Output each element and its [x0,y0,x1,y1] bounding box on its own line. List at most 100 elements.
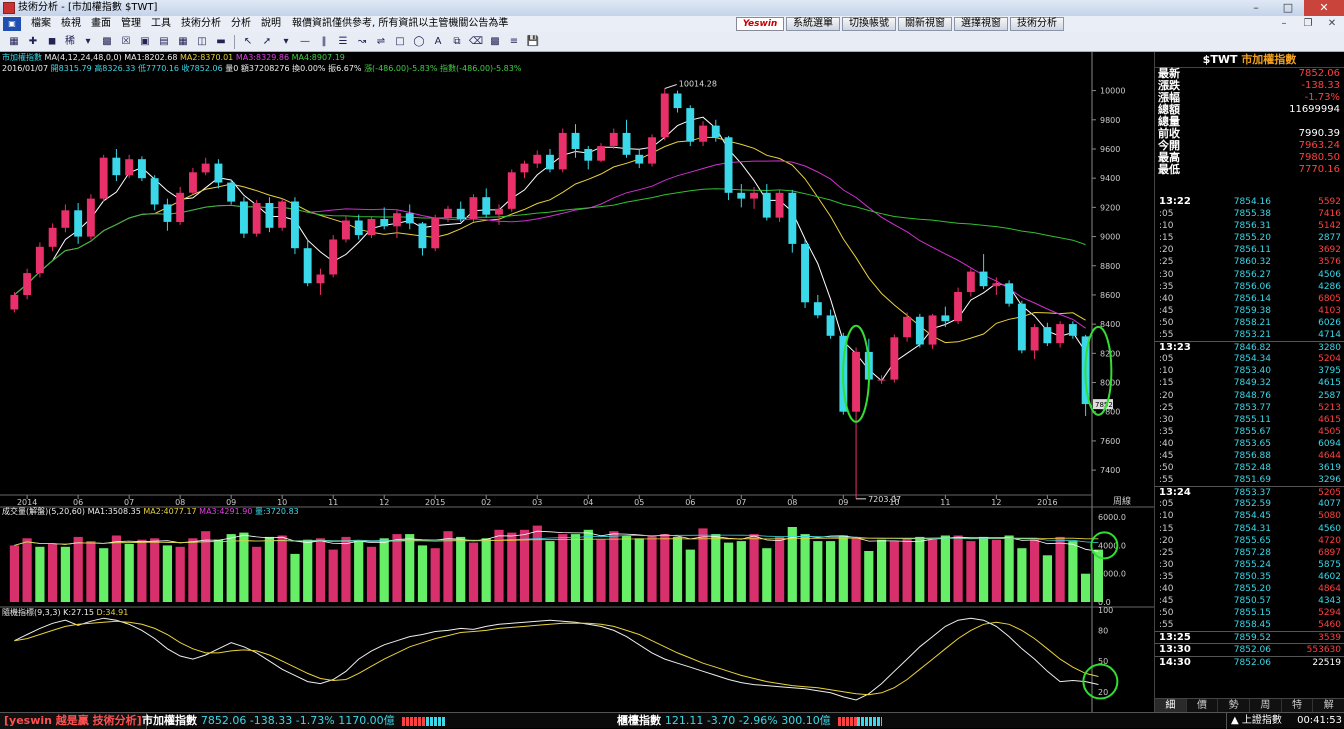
close-new-window-button[interactable]: 關新視窗 [898,17,952,31]
volume-bar [1042,555,1052,602]
volume-bar [341,536,351,602]
zoom-in-icon[interactable]: ◼ [44,35,60,49]
candle-body [813,302,822,316]
cursor-icon[interactable]: ↖ [240,35,256,49]
statusbar-taiex[interactable]: 市加權指數 7852.06 -138.33 -1.73% 1170.00億 [142,713,446,728]
tick-table[interactable]: 13:22 7854.16 5592:05 7855.38 7416:10 7856.31… [1155,196,1344,668]
volume-bar [456,536,466,602]
line-dropdown-icon[interactable]: ▾ [278,35,294,49]
split-icon[interactable]: ◫ [194,35,210,49]
text-tool-icon[interactable]: A [430,35,446,49]
menu-view[interactable]: 檢視 [56,16,86,32]
quote-summary: 最新 7852.06 漲跌 -138.33 漲幅 -1.73% 總額 11699994 總量 前收… [1155,68,1344,176]
statusbar-market-link[interactable]: ▲ 上證指數 [1226,713,1282,729]
system-menu-button[interactable]: 系統選單 [786,17,840,31]
tick-volume: 7416 [1318,209,1341,220]
menu-file[interactable]: 檔案 [26,16,56,32]
volume-bar [162,545,172,602]
menu-help[interactable]: 說明 [256,16,286,32]
volume-bar [124,544,134,602]
candle-body [189,172,197,193]
quote-tab-1[interactable]: 價 [1186,699,1219,712]
volume-bar [749,534,759,602]
statusbar-otc[interactable]: 櫃檯指數 121.11 -3.70 -2.96% 300.10億 [617,713,882,728]
chart-area[interactable]: 7400760078008000820084008600880090009200… [0,52,1154,712]
layout-icon[interactable]: ▤ [156,35,172,49]
volume-bar [73,536,83,602]
period-selector[interactable]: 稀 [63,35,77,49]
x-tick-label: 12 [379,498,389,507]
volume-panel-label: 成交量(解盤)(5,20,60) MA1:3508.35 MA2:4077.17… [2,506,299,517]
chart-type-icon[interactable]: ▦ [6,35,22,49]
grid-icon[interactable]: ▦ [175,35,191,49]
quote-disclaimer: 報價資訊僅供參考, 所有資訊以主管機關公告為準 [292,18,509,29]
switch-account-button[interactable]: 切換帳號 [842,17,896,31]
taiex-values: 7852.06 -138.33 -1.73% 1170.00億 [200,714,395,727]
last-price-tag-label: 7852 [1095,401,1113,409]
technical-analysis-button[interactable]: 技術分析 [1010,17,1064,31]
menu-screen[interactable]: 畫面 [86,16,116,32]
ellipse-icon[interactable]: ◯ [411,35,427,49]
rectangle-icon[interactable]: □ [392,35,408,49]
menu-manage[interactable]: 管理 [116,16,146,32]
compare-icon[interactable]: ▬ [213,35,229,49]
horizontal-line-icon[interactable]: — [297,35,313,49]
menu-technical-analysis[interactable]: 技術分析 [176,16,226,32]
delete-drawing-icon[interactable]: ☒ [118,35,134,49]
tick-price: 7854.45 [1233,511,1271,522]
volume-bar [111,535,121,602]
quote-tab-2[interactable]: 勢 [1218,699,1251,712]
mdi-close-icon[interactable]: ✕ [1320,16,1344,32]
select-window-button[interactable]: 選擇視窗 [954,17,1008,31]
quote-tab-4[interactable]: 特 [1281,699,1314,712]
tick-row: :05 7854.34 5204 [1155,353,1344,365]
parallel-lines-icon[interactable]: ‖ [316,35,332,49]
fib-icon[interactable]: ☰ [335,35,351,49]
mdi-restore-icon[interactable]: ❐ [1296,16,1320,32]
menu-analysis[interactable]: 分析 [226,16,256,32]
menu-tools[interactable]: 工具 [146,16,176,32]
candle-body [380,219,389,227]
quote-tab-0[interactable]: 細 [1155,699,1187,712]
channel-icon[interactable]: ⇌ [373,35,389,49]
minimize-icon[interactable]: – [1240,0,1272,16]
maximize-icon[interactable]: □ [1272,0,1304,16]
volume-bar [596,539,606,602]
candle-body [1068,324,1077,336]
max-annotation-line [664,84,677,89]
menu-app-icon[interactable]: ▣ [3,17,21,31]
copy-icon[interactable]: ⧉ [449,35,465,49]
color-icon[interactable]: ▩ [487,35,503,49]
close-icon[interactable]: ✕ [1304,0,1344,16]
fan-icon[interactable]: ↝ [354,35,370,49]
quote-panel-title: $TWT 市加權指數 [1155,52,1344,68]
price-y-tick-label: 8400 [1100,320,1120,329]
quote-value: 7980.50 [1298,152,1340,163]
line-tool-icon[interactable]: ➚ [259,35,275,49]
quote-tab-3[interactable]: 周 [1250,699,1282,712]
kd-title: 隨機指標(9,3,3) [2,608,61,617]
candle-body [329,239,338,275]
settings-icon[interactable]: ≡ [506,35,522,49]
candle-body [762,192,771,218]
tick-price: 7855.20 [1233,584,1271,594]
volume-bar [443,531,453,602]
quote-value: 7963.24 [1298,140,1340,151]
eraser-icon[interactable]: ⌫ [468,35,484,49]
mdi-minimize-icon[interactable]: – [1272,16,1296,32]
min-annotation: 7203.07 [868,495,901,504]
crosshair-icon[interactable]: ✚ [25,35,41,49]
window-icon[interactable]: ▣ [137,35,153,49]
save-icon[interactable]: 💾 [525,35,541,49]
volume-bar [953,535,963,602]
tick-time: :15 [1159,378,1174,389]
x-tick-label: 2015 [425,498,445,507]
tick-volume: 4103 [1318,305,1341,316]
tick-price: 7848.76 [1233,390,1271,401]
palette-icon[interactable]: ▩ [99,35,115,49]
period-dropdown-icon[interactable]: ▾ [80,35,96,49]
tick-time: :20 [1159,390,1174,401]
tick-time: :25 [1159,402,1174,413]
candle-body [431,217,440,249]
quote-tab-5[interactable]: 解 [1313,699,1344,712]
